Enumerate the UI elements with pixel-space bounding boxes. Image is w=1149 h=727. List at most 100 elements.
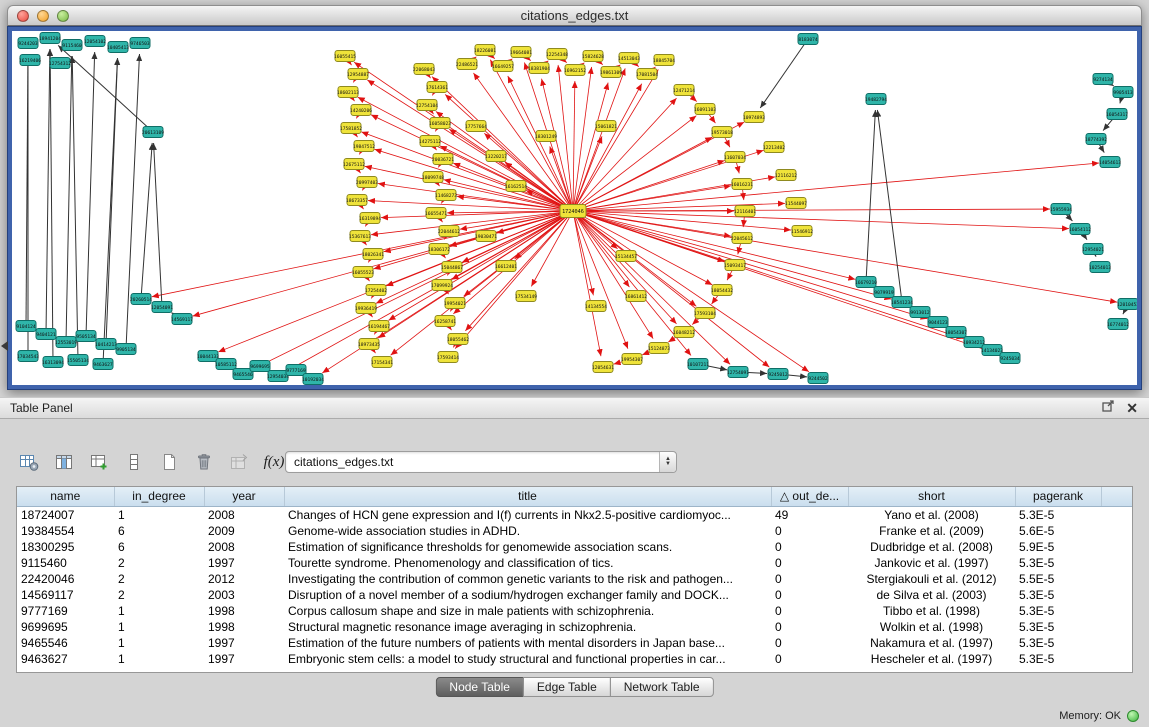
cell-short[interactable]: Franke et al. (2009) <box>848 523 1015 539</box>
cell-in_degree[interactable]: 1 <box>114 619 204 635</box>
graph-node[interactable]: 9104124 <box>16 321 36 332</box>
new-file-icon[interactable] <box>156 449 182 475</box>
cell-title[interactable]: Estimation of the future numbers of pati… <box>284 635 771 651</box>
graph-node[interactable]: 16219406 <box>19 55 41 66</box>
graph-node[interactable]: 19954021 <box>444 298 466 309</box>
table-row[interactable]: 1938455462009Genome-wide association stu… <box>17 523 1133 539</box>
graph-node[interactable]: 20613109 <box>142 127 164 138</box>
graph-node[interactable]: 12116212 <box>775 170 797 181</box>
graph-node[interactable]: 17099924 <box>431 280 453 291</box>
cell-short[interactable]: Tibbo et al. (1998) <box>848 603 1015 619</box>
graph-node[interactable]: 19847512 <box>353 141 375 152</box>
graph-node[interactable]: 9746503 <box>130 38 150 49</box>
cell-year[interactable]: 1997 <box>204 555 284 571</box>
graph-edge[interactable] <box>573 211 1069 229</box>
graph-node[interactable]: 12553019 <box>55 337 77 348</box>
graph-node[interactable]: 15505134 <box>67 355 89 366</box>
graph-node[interactable]: 18226081 <box>474 45 496 56</box>
graph-edge[interactable] <box>760 39 808 108</box>
cell-short[interactable]: Stergiakouli et al. (2012) <box>848 571 1015 587</box>
graph-node[interactable]: 11468273 <box>435 190 457 201</box>
graph-node[interactable]: 14275112 <box>419 136 441 147</box>
graph-node[interactable]: 1724046 <box>560 205 586 218</box>
table-row[interactable]: 1830029562008Estimation of significance … <box>17 539 1133 555</box>
graph-node[interactable]: 18381904 <box>528 63 550 74</box>
cell-in_degree[interactable]: 6 <box>114 523 204 539</box>
cell-in_degree[interactable]: 1 <box>114 506 204 523</box>
tab-network-table[interactable]: Network Table <box>610 677 714 697</box>
graph-edge[interactable] <box>573 209 1050 211</box>
graph-node[interactable]: 15044867 <box>441 262 463 273</box>
graph-edge[interactable] <box>484 133 573 211</box>
table-row[interactable]: 946362711997Embryonic stem cells: a mode… <box>17 651 1133 667</box>
graph-edge[interactable] <box>66 56 72 342</box>
graph-node[interactable]: 9913012 <box>910 307 930 318</box>
graph-node[interactable]: 15124873 <box>648 343 670 354</box>
table-row[interactable]: 977716911998Corpus callosum shape and si… <box>17 603 1133 619</box>
cell-name[interactable]: 9115460 <box>17 555 114 571</box>
cell-short[interactable]: Nakamura et al. (1997) <box>848 635 1015 651</box>
graph-edge[interactable] <box>490 60 573 211</box>
cell-title[interactable]: Changes of HCN gene expression and I(f) … <box>284 506 771 523</box>
cell-year[interactable]: 1997 <box>204 635 284 651</box>
graph-node[interactable]: 11546912 <box>791 226 813 237</box>
graph-node[interactable]: 18973435 <box>358 339 380 350</box>
cell-out_degree[interactable]: 0 <box>771 555 848 571</box>
cell-year[interactable]: 2009 <box>204 523 284 539</box>
float-panel-icon[interactable] <box>1102 399 1115 417</box>
column-header-out_degree[interactable]: △ out_de... <box>771 487 848 506</box>
cell-out_degree[interactable]: 0 <box>771 539 848 555</box>
table-row[interactable]: 1872400712008Changes of HCN gene express… <box>17 506 1133 523</box>
cell-in_degree[interactable]: 1 <box>114 635 204 651</box>
table-selector-dropdown[interactable]: citations_edges.txt ▲▼ <box>285 451 677 473</box>
graph-edge[interactable] <box>141 143 152 299</box>
cell-name[interactable]: 9463627 <box>17 651 114 667</box>
cell-title[interactable]: Tourette syndrome. Phenomenology and cla… <box>284 555 771 571</box>
table-row[interactable]: 2242004622012Investigating the contribut… <box>17 571 1133 587</box>
rename-column-icon[interactable] <box>86 449 112 475</box>
graph-node[interactable]: 18541234 <box>891 297 913 308</box>
graph-node[interactable]: 12254348 <box>546 49 568 60</box>
graph-node[interactable]: 9905413 <box>1113 87 1133 98</box>
graph-node[interactable]: 19954307 <box>621 354 643 365</box>
graph-node[interactable]: 16058023 <box>429 118 451 129</box>
cell-out_degree[interactable]: 0 <box>771 603 848 619</box>
graph-edge[interactable] <box>388 211 573 320</box>
cell-in_degree[interactable]: 2 <box>114 587 204 603</box>
graph-node[interactable]: 10254013 <box>1089 262 1111 273</box>
graph-node[interactable]: 9044123 <box>928 317 948 328</box>
network-canvas[interactable]: 1724046160554151295488718602113142402061… <box>12 31 1137 385</box>
graph-node[interactable]: 8183074 <box>798 34 818 45</box>
graph-node[interactable]: 17154341 <box>371 357 393 368</box>
cell-pagerank[interactable]: 5.3E-5 <box>1015 603 1101 619</box>
graph-node[interactable]: 16319894 <box>359 213 381 224</box>
graph-node[interactable]: 11607034 <box>724 152 746 163</box>
graph-node[interactable]: 10414213 <box>95 339 117 350</box>
cell-out_degree[interactable]: 0 <box>771 619 848 635</box>
graph-node[interactable]: 16091103 <box>694 104 716 115</box>
cell-name[interactable]: 9465546 <box>17 635 114 651</box>
graph-node[interactable]: 16054112 <box>1069 224 1091 235</box>
graph-node[interactable]: 16016231 <box>731 179 753 190</box>
graph-node[interactable]: 9244502 <box>808 373 828 384</box>
cell-year[interactable]: 2008 <box>204 506 284 523</box>
cell-in_degree[interactable]: 1 <box>114 651 204 667</box>
graph-edge[interactable] <box>154 143 162 307</box>
graph-node[interactable]: 13220217 <box>485 151 507 162</box>
graph-edge[interactable] <box>573 211 628 349</box>
graph-node[interactable]: 9777169 <box>286 365 306 376</box>
graph-node[interactable]: 20036721 <box>432 154 454 165</box>
cell-out_degree[interactable]: 0 <box>771 587 848 603</box>
cell-year[interactable]: 1997 <box>204 651 284 667</box>
graph-edge[interactable] <box>515 211 573 259</box>
graph-node[interactable]: 10974893 <box>743 112 765 123</box>
graph-node[interactable]: 14569117 <box>171 314 193 325</box>
cell-year[interactable]: 2003 <box>204 587 284 603</box>
cell-in_degree[interactable]: 1 <box>114 603 204 619</box>
column-header-name[interactable]: name <box>17 487 114 506</box>
function-builder-button[interactable]: f(x) <box>261 449 287 475</box>
graph-node[interactable]: 18301249 <box>535 131 557 142</box>
cell-title[interactable]: Structural magnetic resonance image aver… <box>284 619 771 635</box>
graph-edge[interactable] <box>573 211 1000 354</box>
graph-node[interactable]: 17593104 <box>694 308 716 319</box>
